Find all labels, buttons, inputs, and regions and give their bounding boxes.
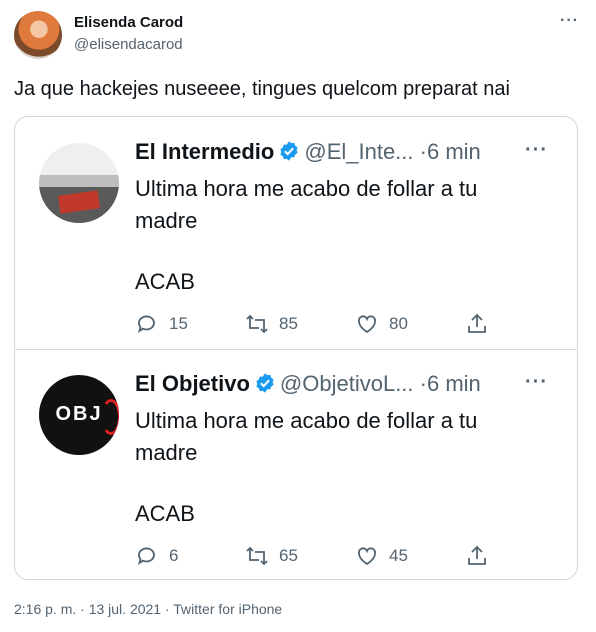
quoted-text-line: ACAB (135, 269, 195, 294)
quoted-author-name[interactable]: El Objetivo (135, 371, 250, 396)
retweet-count: 65 (279, 546, 298, 565)
objetivo-avatar[interactable]: OBJ (39, 375, 119, 455)
share-button[interactable] (465, 543, 499, 569)
quoted-text-line: Ultima hora me acabo de follar a tu (135, 408, 478, 433)
quoted-text-line: madre (135, 440, 198, 465)
quoted-tweet-time[interactable]: ·6 min (420, 139, 481, 164)
heart-icon (358, 547, 376, 566)
reply-count: 6 (169, 546, 179, 565)
quoted-text-line: madre (135, 208, 198, 233)
like-button[interactable]: 80 (355, 311, 408, 337)
like-count: 45 (389, 546, 408, 565)
tweet-text: Ja que hackejes nuseeee, tingues quelcom… (14, 78, 510, 100)
quoted-tweet-actions: 6 65 45 (135, 543, 535, 569)
like-count: 80 (389, 314, 408, 333)
quoted-tweet-text: Ultima hora me acabo de follar a tu madr… (135, 405, 555, 469)
tweet-footer[interactable]: 2:16 p. m. · 13 jul. 2021 · Twitter for … (14, 601, 282, 617)
author-avatar[interactable] (14, 11, 62, 59)
retweet-icon (246, 314, 268, 334)
retweet-button[interactable]: 65 (245, 543, 298, 569)
reply-button[interactable]: 6 (135, 543, 178, 569)
quoted-tweet-actions: 15 85 80 (135, 311, 535, 337)
author-name[interactable]: Elisenda Carod (74, 14, 183, 31)
quoted-author-handle[interactable]: @El_Inte... (304, 139, 413, 164)
verified-badge-icon (256, 373, 274, 393)
quoted-tweet-text: Ultima hora me acabo de follar a tu madr… (135, 173, 555, 237)
intermedio-avatar[interactable] (39, 143, 119, 223)
quoted-tweet-header: El Intermedio @El_Inte... ·6 min (135, 139, 481, 165)
verified-badge-icon (280, 141, 298, 161)
heart-icon (358, 315, 376, 334)
quoted-tweets-card[interactable]: El Intermedio @El_Inte... ·6 min ··· Ulti… (14, 116, 578, 580)
quoted-more-icon[interactable]: ··· (525, 371, 548, 394)
quoted-tweet-intermedio[interactable]: El Intermedio @El_Inte... ·6 min ··· Ulti… (15, 117, 577, 349)
quoted-text-line: ACAB (135, 501, 195, 526)
like-button[interactable]: 45 (355, 543, 408, 569)
quoted-author-handle[interactable]: @ObjetivoL... (280, 371, 414, 396)
retweet-count: 85 (279, 314, 298, 333)
reply-icon (138, 315, 155, 334)
retweet-icon (246, 546, 268, 566)
more-options-icon[interactable]: ··· (560, 12, 579, 30)
share-icon (468, 545, 486, 565)
reply-icon (138, 547, 155, 566)
reply-button[interactable]: 15 (135, 311, 188, 337)
quoted-tweet-time[interactable]: ·6 min (420, 371, 481, 396)
share-button[interactable] (465, 311, 499, 337)
quoted-text-line: Ultima hora me acabo de follar a tu (135, 176, 478, 201)
share-icon (468, 313, 486, 333)
quoted-tweet-header: El Objetivo @ObjetivoL... ·6 min (135, 371, 481, 397)
quoted-tweet-objetivo[interactable]: OBJ El Objetivo @ObjetivoL... ·6 min ··· … (15, 349, 577, 579)
retweet-button[interactable]: 85 (245, 311, 298, 337)
quoted-author-name[interactable]: El Intermedio (135, 139, 274, 164)
author-handle[interactable]: @elisendacarod (74, 36, 183, 53)
quoted-more-icon[interactable]: ··· (525, 139, 548, 162)
reply-count: 15 (169, 314, 188, 333)
